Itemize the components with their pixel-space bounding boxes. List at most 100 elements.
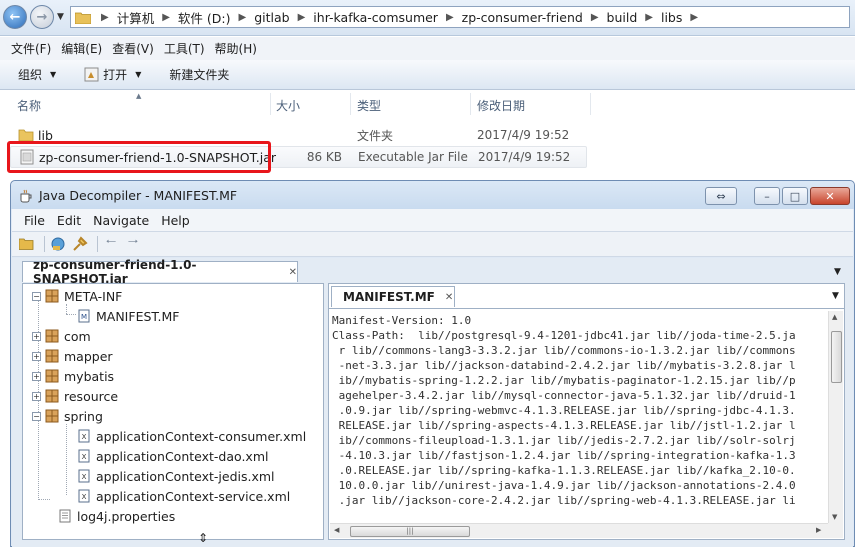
file-type: Executable Jar File [358,150,468,164]
scroll-corner [828,523,843,538]
organize-button[interactable]: 组织 ▼ [0,66,66,83]
close-tab-icon[interactable]: ✕ [289,267,297,278]
tree-node-xml[interactable]: X applicationContext-jedis.xml [77,467,275,485]
code-line: .jar lib//jackson-core-2.4.2.jar lib//sp… [332,494,796,507]
open-type-button[interactable] [49,235,67,253]
tree-node-xml[interactable]: X applicationContext-consumer.xml [77,427,306,445]
recent-pages-dropdown[interactable]: ▼ [57,12,64,22]
forward-button[interactable]: 🠂 [124,235,142,253]
tree-node-label: mapper [64,348,113,364]
tab-list-dropdown-icon[interactable]: ▼ [832,291,839,301]
menu-file[interactable]: File [18,213,51,228]
close-icon: ✕ [825,189,835,203]
tree-node-label: com [64,328,91,344]
code-line: -net-3.3.jar lib//jackson-databind-2.4.2… [332,359,796,372]
window-title-bar[interactable]: Java Decompiler - MANIFEST.MF ⇔ – □ ✕ [11,181,854,209]
menu-help[interactable]: 帮助(H) [210,40,262,57]
tree-node-spring[interactable]: − spring [32,407,103,425]
collapse-icon[interactable]: − [32,411,41,421]
column-divider[interactable] [470,93,471,115]
package-icon [45,389,59,403]
collapse-icon[interactable]: − [32,291,41,301]
code-line: .0.RELEASE.jar lib//spring-kafka-1.1.3.R… [332,464,796,477]
xml-file-icon: X [78,489,90,503]
tree-node-mybatis[interactable]: + mybatis [32,367,114,385]
tree-node-manifest[interactable]: M MANIFEST.MF [77,307,180,325]
column-size-header[interactable]: 大小 [276,97,300,114]
tree-node-meta-inf[interactable]: − META-INF [32,287,122,305]
tab-manifest[interactable]: MANIFEST.MF ✕ [331,286,455,307]
column-divider[interactable] [350,93,351,115]
tree-node-mapper[interactable]: + mapper [32,347,113,365]
scrollbar-thumb[interactable]: ||| [350,526,470,537]
arrow-left-icon: ← [9,9,21,25]
tab-label: zp-consumer-friend-1.0-SNAPSHOT.jar [33,258,197,286]
breadcrumb-item[interactable]: build [605,10,640,25]
menu-edit[interactable]: Edit [51,213,87,228]
tree-node-xml[interactable]: X applicationContext-service.xml [77,487,290,505]
menu-help[interactable]: Help [155,213,196,228]
breadcrumb-item[interactable]: gitlab [252,10,291,25]
highlight-annotation-box [7,141,271,173]
tree-node-resource[interactable]: + resource [32,387,118,405]
maximize-button[interactable]: □ [782,187,808,205]
tree-guide-line [66,304,67,314]
scroll-up-icon[interactable]: ▲ [832,313,837,321]
tree-guide-line [66,424,67,495]
tab-list-dropdown-icon[interactable]: ▼ [834,267,841,277]
column-type-header[interactable]: 类型 [357,97,381,114]
package-icon [45,349,59,363]
decompiler-toolbar: 🠀 🠂 [12,231,853,257]
back-button[interactable]: 🠀 [102,235,120,253]
restore-layout-button[interactable]: ⇔ [705,187,737,205]
file-size: 86 KB [306,150,342,164]
new-folder-button[interactable]: 新建文件夹 [151,66,239,83]
forward-button[interactable]: → [30,5,54,29]
package-icon [45,289,59,303]
tree-node-label: MANIFEST.MF [96,308,180,324]
breadcrumb-item[interactable]: 软件 (D:) [176,8,233,27]
scroll-right-icon[interactable]: ▶ [816,526,821,534]
menu-navigate[interactable]: Navigate [87,213,155,228]
close-button[interactable]: ✕ [810,187,850,205]
column-divider[interactable] [270,93,271,115]
column-name-header[interactable]: 名称 [17,97,41,114]
decompiler-body: zp-consumer-friend-1.0-SNAPSHOT.jar ✕ ▼ … [12,258,853,547]
tab-jar-file[interactable]: zp-consumer-friend-1.0-SNAPSHOT.jar ✕ [22,258,298,286]
tree-node-properties[interactable]: log4j.properties [58,507,175,525]
vertical-scrollbar[interactable]: ▲ ▼ [828,311,843,523]
scroll-down-icon[interactable]: ▼ [832,513,837,521]
menu-view[interactable]: 查看(V) [107,40,159,57]
toolbar-separator [97,236,98,252]
menu-tools[interactable]: 工具(T) [159,40,210,57]
close-tab-icon[interactable]: ✕ [445,292,453,303]
tree-node-xml[interactable]: X applicationContext-dao.xml [77,447,268,465]
breadcrumb[interactable]: ▶ 计算机 ▶ 软件 (D:) ▶ gitlab ▶ ihr-kafka-com… [70,6,850,28]
menu-edit[interactable]: 编辑(E) [56,40,107,57]
scrollbar-thumb[interactable] [831,331,842,383]
tree-node-com[interactable]: + com [32,327,91,345]
breadcrumb-item[interactable]: ihr-kafka-comsumer [311,10,440,25]
menu-file[interactable]: 文件(F) [6,40,56,57]
column-modified-header[interactable]: 修改日期 [477,97,525,114]
back-button[interactable]: ← [3,5,27,29]
open-file-button[interactable] [18,235,36,253]
expand-icon[interactable]: + [32,391,41,401]
expand-icon[interactable]: + [32,371,41,381]
expand-icon[interactable]: + [32,331,41,341]
horizontal-scrollbar[interactable]: ◀ ||| ▶ [330,523,828,538]
breadcrumb-separator: ▶ [590,11,599,23]
expand-icon[interactable]: + [32,351,41,361]
breadcrumb-item[interactable]: libs [659,10,684,25]
tree-node-label: applicationContext-consumer.xml [96,428,307,444]
minimize-button[interactable]: – [754,187,780,205]
breadcrumb-item[interactable]: zp-consumer-friend [460,10,585,25]
breadcrumb-item[interactable]: 计算机 [115,8,157,27]
search-button[interactable] [71,235,89,253]
manifest-content[interactable]: Manifest-Version: 1.0 Class-Path: lib//po… [332,313,826,513]
breadcrumb-separator: ▶ [645,11,653,23]
column-divider[interactable] [590,93,591,115]
scroll-left-icon[interactable]: ◀ [334,526,339,534]
resize-cursor-icon: ⇕ [198,531,209,545]
open-button[interactable]: 打开 ▼ [66,66,151,83]
